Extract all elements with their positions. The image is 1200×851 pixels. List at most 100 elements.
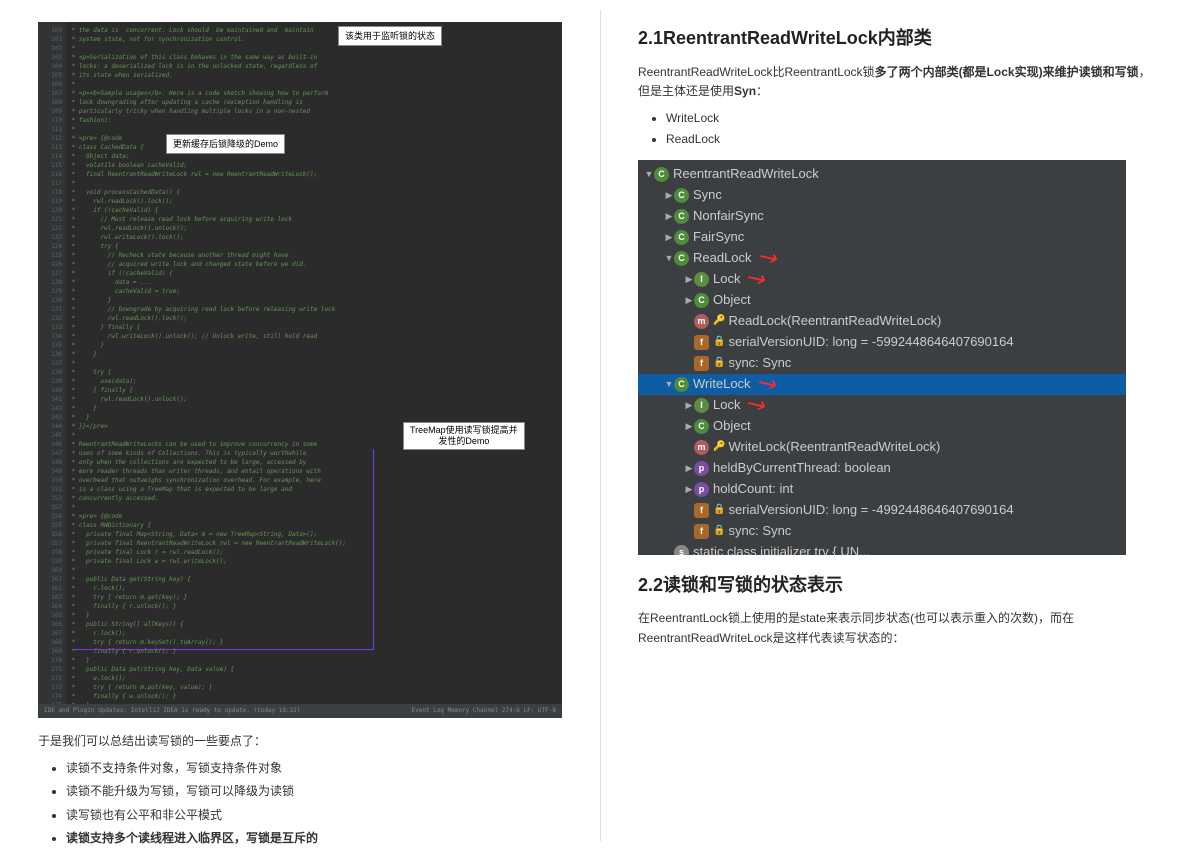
- tree-row[interactable]: ▼WriteLock↘: [638, 374, 1126, 395]
- expand-icon[interactable]: ▶: [684, 293, 694, 307]
- expand-icon[interactable]: ▼: [644, 167, 654, 181]
- t: Syn: [734, 84, 756, 98]
- expand-icon[interactable]: ▶: [664, 188, 674, 202]
- tree-label: sync: Sync: [728, 521, 791, 542]
- expand-icon[interactable]: ▶: [684, 461, 694, 475]
- section-2-2-para: 在ReentrantLock锁上使用的是state来表示同步状态(也可以表示重入…: [638, 609, 1162, 647]
- left-column: 100 101 102 103 104 105 106 107 108 109 …: [0, 0, 600, 851]
- inner-class-item: ReadLock: [666, 130, 1162, 149]
- tree-row[interactable]: static class initializer try { UN...: [638, 542, 1126, 555]
- tree-row[interactable]: 🔒sync: Sync: [638, 353, 1126, 374]
- expand-icon[interactable]: ▶: [684, 272, 694, 286]
- right-column: 2.1ReentrantReadWriteLock内部类 ReentrantRe…: [600, 0, 1200, 851]
- annotation-line: [373, 449, 374, 649]
- tree-label: ReadLock: [693, 248, 752, 269]
- tree-row[interactable]: ▶Lock↘: [638, 395, 1126, 416]
- expand-icon[interactable]: ▼: [664, 251, 674, 265]
- p-icon: [694, 461, 709, 476]
- lock-icon: 🔒: [713, 355, 725, 371]
- t: ：: [756, 84, 768, 98]
- expand-icon[interactable]: ▶: [684, 398, 694, 412]
- callout-box-1: 该类用于监听锁的状态: [338, 26, 442, 46]
- tree-row[interactable]: ▼ReadLock↘: [638, 248, 1126, 269]
- status-right: Event Log Memory Channel 274:6 LF: UTF-8: [412, 706, 557, 716]
- tree-row[interactable]: ▶ holdCount: int: [638, 479, 1126, 500]
- m-icon: [694, 440, 709, 455]
- summary-item: 读锁支持多个读线程进入临界区，写锁是互斥的: [66, 829, 562, 848]
- c-icon: [694, 419, 709, 434]
- ide-line-gutter: 100 101 102 103 104 105 106 107 108 109 …: [38, 22, 66, 718]
- callout3-line1: TreeMap使用读写锁提高并: [410, 425, 518, 435]
- m-icon: [694, 314, 709, 329]
- lock-icon: 🔒: [713, 502, 725, 518]
- summary-item: 读锁不支持条件对象，写锁支持条件对象: [66, 759, 562, 778]
- callout-box-3: TreeMap使用读写锁提高并 发性的Demo: [403, 422, 525, 450]
- summary-item: 读写锁也有公平和非公平模式: [66, 806, 562, 825]
- tree-label: WriteLock: [693, 374, 751, 395]
- expand-icon[interactable]: ▶: [684, 482, 694, 496]
- tree-row[interactable]: 🔒serialVersionUID: long = -5992448646407…: [638, 332, 1126, 353]
- structure-panel: ▼ReentrantReadWriteLock ▶ Sync ▶ NonfairSync…: [638, 160, 1126, 555]
- expand-icon[interactable]: ▼: [664, 377, 674, 391]
- section-2-1-para: ReentrantReadWriteLock比ReentrantLock锁多了两…: [638, 63, 1162, 101]
- lock-icon: 🔒: [713, 523, 725, 539]
- tree-label: ReadLock(ReentrantReadWriteLock): [728, 311, 941, 332]
- key-icon: 🔑: [713, 439, 725, 455]
- c-icon: [654, 167, 669, 182]
- tree-row[interactable]: 🔒serialVersionUID: long = -4992448646407…: [638, 500, 1126, 521]
- summary-item: 读锁不能升级为写锁，写锁可以降级为读锁: [66, 782, 562, 801]
- key-icon: 🔑: [713, 313, 725, 329]
- tree-label: FairSync: [693, 227, 744, 248]
- ide-screenshot: 100 101 102 103 104 105 106 107 108 109 …: [38, 22, 562, 718]
- section-2-2-title: 2.2读锁和写锁的状态表示: [638, 571, 1162, 600]
- summary-intro: 于是我们可以总结出读写锁的一些要点了：: [38, 732, 562, 751]
- expand-icon[interactable]: ▶: [664, 209, 674, 223]
- status-left: IDE and Plugin Updates: IntelliJ IDEA is…: [44, 706, 300, 716]
- c-icon: [674, 209, 689, 224]
- tree-row[interactable]: ▶ FairSync: [638, 227, 1126, 248]
- tree-label: Object: [713, 416, 751, 437]
- tree-row[interactable]: ▶Lock↘: [638, 269, 1126, 290]
- tree-row[interactable]: ▶ Object: [638, 290, 1126, 311]
- tree-label: Lock: [713, 395, 740, 416]
- tree-row[interactable]: ▶ heldByCurrentThread: boolean: [638, 458, 1126, 479]
- section-2-1-title: 2.1ReentrantReadWriteLock内部类: [638, 24, 1162, 53]
- t: ReentrantReadWriteLock比ReentrantLock锁: [638, 65, 875, 79]
- tree-label: serialVersionUID: long = -49924486464076…: [728, 500, 1013, 521]
- i-icon: [694, 398, 709, 413]
- callout3-line2: 发性的Demo: [438, 436, 489, 446]
- f-icon: [694, 503, 709, 518]
- expand-icon[interactable]: ▶: [684, 419, 694, 433]
- inner-class-item: WriteLock: [666, 109, 1162, 128]
- tree-label: holdCount: int: [713, 479, 793, 500]
- tree-label: Sync: [693, 185, 722, 206]
- tree-row[interactable]: 🔑WriteLock(ReentrantReadWriteLock): [638, 437, 1126, 458]
- f-icon: [694, 524, 709, 539]
- inner-class-list: WriteLock ReadLock: [638, 109, 1162, 149]
- tree-label: WriteLock(ReentrantReadWriteLock): [728, 437, 940, 458]
- tree-row[interactable]: 🔑ReadLock(ReentrantReadWriteLock): [638, 311, 1126, 332]
- ide-code-area: * the data is concurrent. Lock should be…: [68, 22, 562, 718]
- i-icon: [694, 272, 709, 287]
- tree-label: Object: [713, 290, 751, 311]
- tree-row[interactable]: ▼ReentrantReadWriteLock: [638, 164, 1126, 185]
- tree-label: static class initializer try { UN...: [693, 542, 870, 555]
- tree-row[interactable]: ▶ Object: [638, 416, 1126, 437]
- p-icon: [694, 482, 709, 497]
- summary-list: 读锁不支持条件对象，写锁支持条件对象读锁不能升级为写锁，写锁可以降级为读锁读写锁…: [38, 759, 562, 848]
- c-icon: [694, 293, 709, 308]
- class-tree: ▼ReentrantReadWriteLock ▶ Sync ▶ NonfairSync…: [638, 160, 1126, 555]
- f-icon: [694, 356, 709, 371]
- two-column-page: 100 101 102 103 104 105 106 107 108 109 …: [0, 0, 1200, 851]
- tree-label: heldByCurrentThread: boolean: [713, 458, 891, 479]
- tree-label: Lock: [713, 269, 740, 290]
- expand-icon[interactable]: ▶: [664, 230, 674, 244]
- s-icon: [674, 545, 689, 555]
- tree-row[interactable]: ▶ NonfairSync: [638, 206, 1126, 227]
- t: 多了两个内部类(都是Lock实现)来维护读锁和写锁: [875, 65, 1139, 79]
- tree-label: serialVersionUID: long = -59924486464076…: [728, 332, 1013, 353]
- ide-status-bar: IDE and Plugin Updates: IntelliJ IDEA is…: [38, 704, 562, 718]
- tree-row[interactable]: ▶ Sync: [638, 185, 1126, 206]
- tree-row[interactable]: 🔒sync: Sync: [638, 521, 1126, 542]
- tree-label: NonfairSync: [693, 206, 764, 227]
